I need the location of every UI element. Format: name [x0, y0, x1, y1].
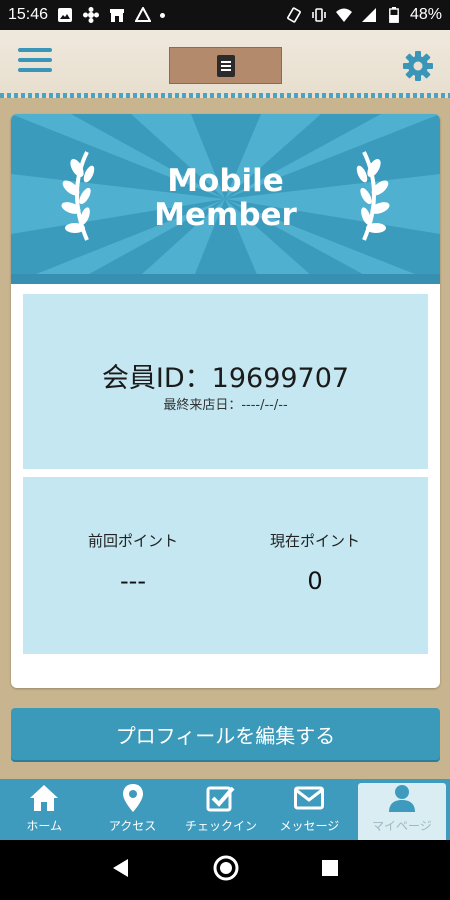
gear-icon[interactable]: [402, 50, 434, 82]
previous-points-value: ---: [120, 567, 146, 595]
map-pin-icon: [117, 783, 149, 813]
status-bar: 15:46 48%: [0, 0, 450, 30]
vibrate-icon: [310, 6, 328, 24]
member-id-panel: 会員ID：19699707 最終来店日：----/--/--: [23, 294, 428, 469]
points-panel: 前回ポイント --- 現在ポイント 0: [23, 477, 428, 654]
previous-points: 前回ポイント ---: [33, 530, 233, 595]
edit-profile-button[interactable]: プロフィールを編集する: [11, 708, 440, 760]
wifi-icon: [335, 6, 353, 24]
home-icon: [28, 783, 60, 813]
home-circle-icon[interactable]: [213, 855, 239, 885]
previous-points-label: 前回ポイント: [87, 532, 178, 550]
tab-checkin[interactable]: チェックイン: [177, 779, 265, 840]
gallery-icon: [56, 6, 74, 24]
battery-percent: 48%: [409, 6, 442, 23]
tab-mypage-label: マイページ: [371, 819, 432, 833]
store-icon: [108, 6, 126, 24]
tab-access-label: アクセス: [108, 819, 157, 833]
notification-dot-icon: [160, 12, 166, 18]
checkbox-icon: [205, 783, 237, 813]
screen-rotate-icon: [285, 6, 303, 24]
member-banner: Mobile Member: [11, 114, 440, 284]
current-points-label: 現在ポイント: [269, 532, 360, 550]
current-points-value: 0: [307, 567, 323, 595]
settings-flower-icon: [82, 6, 100, 24]
current-points: 現在ポイント 0: [215, 530, 415, 595]
app-header: [0, 30, 450, 98]
battery-icon: [385, 6, 403, 24]
laurel-right-icon: [350, 148, 394, 244]
back-icon[interactable]: [110, 857, 132, 883]
tab-message[interactable]: メッセージ: [265, 779, 353, 840]
shop-logo: [169, 47, 282, 84]
tab-home[interactable]: ホーム: [0, 779, 88, 840]
menu-icon[interactable]: [18, 48, 52, 78]
tab-message-label: メッセージ: [279, 819, 340, 833]
status-time: 15:46: [8, 6, 49, 23]
tab-checkin-label: チェックイン: [185, 819, 258, 833]
nfc-icon: [134, 6, 152, 24]
recents-icon[interactable]: [320, 858, 340, 882]
tab-mypage[interactable]: マイページ: [357, 783, 447, 840]
bottom-tab-bar: ホーム アクセス チェックイン メッセージ マイページ: [0, 779, 450, 840]
member-card: Mobile Member 会員ID：19699707 最終来店日：----/-…: [11, 114, 440, 688]
tab-home-label: ホーム: [26, 819, 63, 833]
logo-mark-icon: [216, 54, 235, 77]
signal-icon: [360, 6, 378, 24]
envelope-icon: [293, 783, 325, 813]
member-id: 会員ID：19699707: [101, 363, 350, 394]
system-nav-bar: [0, 840, 450, 900]
last-visit-date: 最終来店日：----/--/--: [163, 398, 288, 413]
person-icon: [386, 783, 418, 813]
tab-access[interactable]: アクセス: [88, 779, 176, 840]
